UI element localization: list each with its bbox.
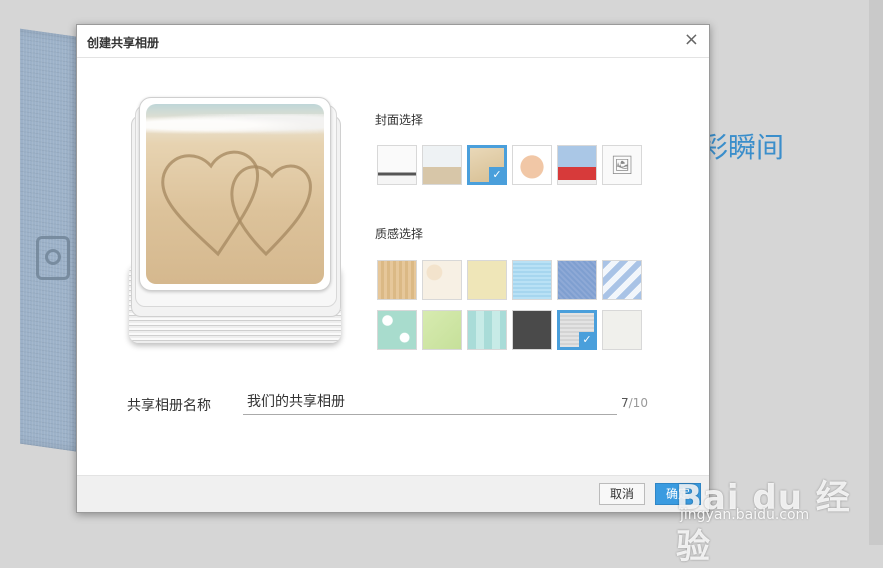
texture-row-2: ✓ bbox=[377, 310, 642, 350]
cover-thumb-beach-people[interactable] bbox=[422, 145, 462, 185]
check-icon: ✓ bbox=[489, 167, 505, 183]
cover-thumb-cyclist[interactable] bbox=[377, 145, 417, 185]
texture-teal-plaid[interactable] bbox=[467, 310, 507, 350]
cover-thumbnails: ✓ 🖼 bbox=[377, 145, 642, 185]
texture-wood[interactable] bbox=[377, 260, 417, 300]
texture-blue-stripes[interactable] bbox=[602, 260, 642, 300]
camera-icon bbox=[36, 236, 70, 280]
background-scroll-strip bbox=[869, 0, 883, 545]
close-icon[interactable]: × bbox=[684, 30, 699, 50]
texture-teal-flowers[interactable] bbox=[377, 310, 417, 350]
char-max: /10 bbox=[628, 396, 648, 410]
texture-off-white[interactable] bbox=[602, 310, 642, 350]
cover-thumb-camera-girl[interactable] bbox=[557, 145, 597, 185]
background-slogan: 彩瞬间 bbox=[700, 131, 785, 164]
texture-blue-fabric[interactable] bbox=[557, 260, 597, 300]
name-char-counter: 7/10 bbox=[621, 396, 648, 410]
album-cover-card bbox=[139, 97, 331, 291]
cover-section-label: 封面选择 bbox=[375, 113, 424, 127]
dialog-footer: 取消 确定 bbox=[77, 475, 709, 512]
cover-photo-sand-hearts bbox=[146, 104, 324, 284]
cancel-button[interactable]: 取消 bbox=[599, 483, 646, 505]
album-name-label: 共享相册名称 bbox=[127, 398, 211, 414]
sand-hearts-drawing bbox=[161, 150, 312, 257]
image-upload-icon: 🖼 bbox=[610, 154, 634, 176]
texture-section-label: 质感选择 bbox=[375, 227, 424, 241]
char-count: 7 bbox=[621, 396, 629, 410]
album-name-input[interactable] bbox=[243, 388, 617, 415]
watermark-url: jingyan.baidu.com bbox=[680, 507, 810, 523]
texture-light-yellow[interactable] bbox=[467, 260, 507, 300]
texture-dark-gray[interactable] bbox=[512, 310, 552, 350]
cover-thumb-sand-hearts[interactable]: ✓ bbox=[467, 145, 507, 185]
dialog-title: 创建共享相册 bbox=[87, 36, 160, 50]
texture-gray-lines[interactable]: ✓ bbox=[557, 310, 597, 350]
texture-row-1 bbox=[377, 260, 642, 300]
texture-green-leaf[interactable] bbox=[422, 310, 462, 350]
cover-thumb-hands[interactable] bbox=[512, 145, 552, 185]
texture-beige-floral[interactable] bbox=[422, 260, 462, 300]
album-preview bbox=[127, 95, 347, 355]
check-icon: ✓ bbox=[579, 332, 595, 348]
texture-light-blue[interactable] bbox=[512, 260, 552, 300]
create-shared-album-dialog: 创建共享相册 × 封面选择 ✓ 🖼 质感选择 ✓ 共享相册名称 我们的共享相册 … bbox=[76, 24, 710, 513]
cover-upload-button[interactable]: 🖼 bbox=[602, 145, 642, 185]
dialog-header: 创建共享相册 × bbox=[77, 25, 709, 58]
